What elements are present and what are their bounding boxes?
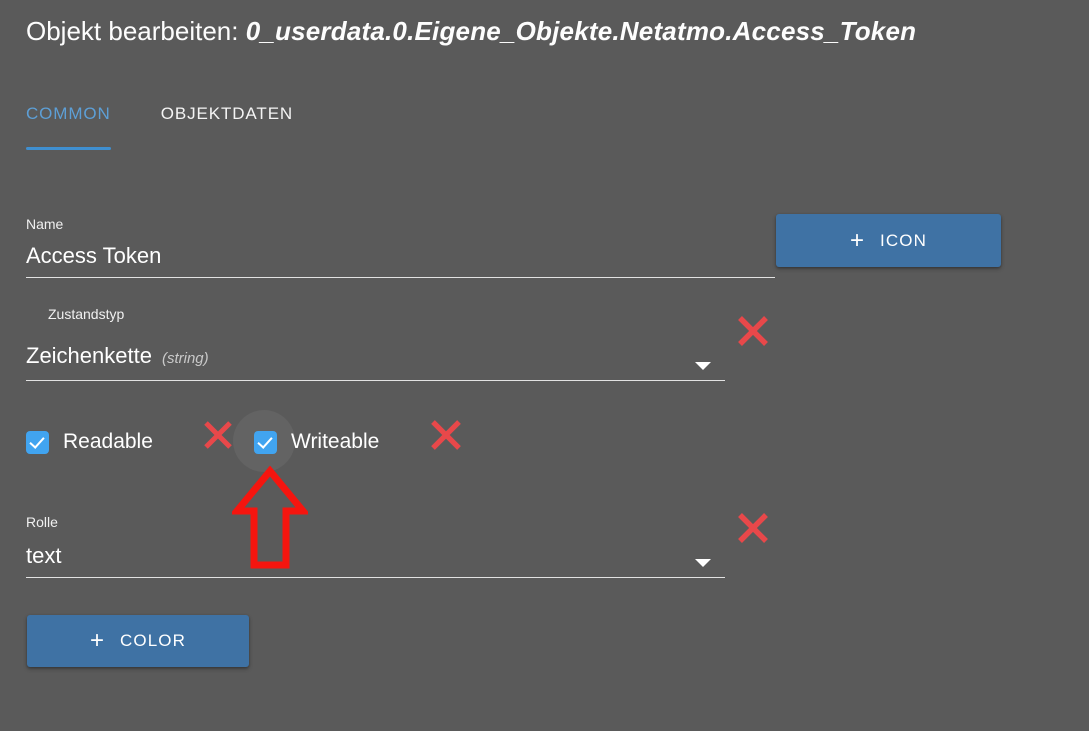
chevron-down-icon[interactable] — [695, 559, 711, 567]
name-field-underline — [26, 277, 775, 278]
name-field-label: Name — [26, 216, 64, 232]
tab-active-indicator — [26, 147, 111, 150]
tab-objektdaten-label: OBJEKTDATEN — [160, 104, 294, 123]
x-mark-role-annotation — [735, 510, 771, 551]
add-icon-button[interactable]: + ICON — [776, 214, 1001, 267]
add-icon-button-label: ICON — [880, 230, 927, 250]
plus-icon: + — [90, 627, 105, 654]
page-title-prefix: Objekt bearbeiten: — [26, 16, 246, 46]
x-mark-readable-annotation — [202, 419, 234, 456]
writeable-checkbox[interactable] — [254, 430, 277, 454]
role-label: Rolle — [26, 514, 58, 530]
tab-objektdaten[interactable]: OBJEKTDATEN — [161, 100, 293, 124]
readable-checkbox[interactable] — [26, 430, 49, 454]
tab-common-label: COMMON — [26, 104, 111, 123]
page-title: Objekt bearbeiten: 0_userdata.0.Eigene_O… — [26, 14, 916, 48]
plus-icon: + — [850, 226, 865, 254]
role-select[interactable]: Rolle text — [26, 513, 725, 578]
readable-checkbox-group[interactable]: Readable — [26, 430, 153, 454]
x-mark-writeable-annotation — [429, 418, 463, 457]
state-type-label: Zustandstyp — [48, 306, 125, 322]
tab-bar: COMMON OBJEKTDATEN — [26, 100, 343, 150]
x-mark-statetype-annotation — [735, 313, 771, 354]
state-type-value-suffix: (string) — [161, 350, 209, 367]
role-value[interactable]: text — [26, 541, 725, 571]
add-color-button-label: COLOR — [120, 631, 186, 650]
tab-common[interactable]: COMMON — [26, 100, 111, 150]
state-type-value[interactable]: Zeichenkette (string) — [26, 341, 725, 374]
state-type-value-text: Zeichenkette — [26, 343, 152, 368]
writeable-checkbox-label: Writeable — [291, 430, 380, 453]
writeable-checkbox-group[interactable]: Writeable — [233, 410, 380, 472]
role-underline — [26, 577, 725, 578]
add-color-button[interactable]: + COLOR — [27, 615, 249, 667]
chevron-down-icon[interactable] — [695, 362, 711, 370]
name-field[interactable]: Name Access Token — [26, 215, 775, 278]
readable-checkbox-label: Readable — [63, 430, 153, 453]
state-type-select[interactable]: Zustandstyp Zeichenkette (string) — [26, 305, 725, 381]
page-title-object-path: 0_userdata.0.Eigene_Objekte.Netatmo.Acce… — [245, 16, 917, 46]
name-field-value[interactable]: Access Token — [26, 241, 775, 271]
state-type-underline — [26, 380, 725, 381]
